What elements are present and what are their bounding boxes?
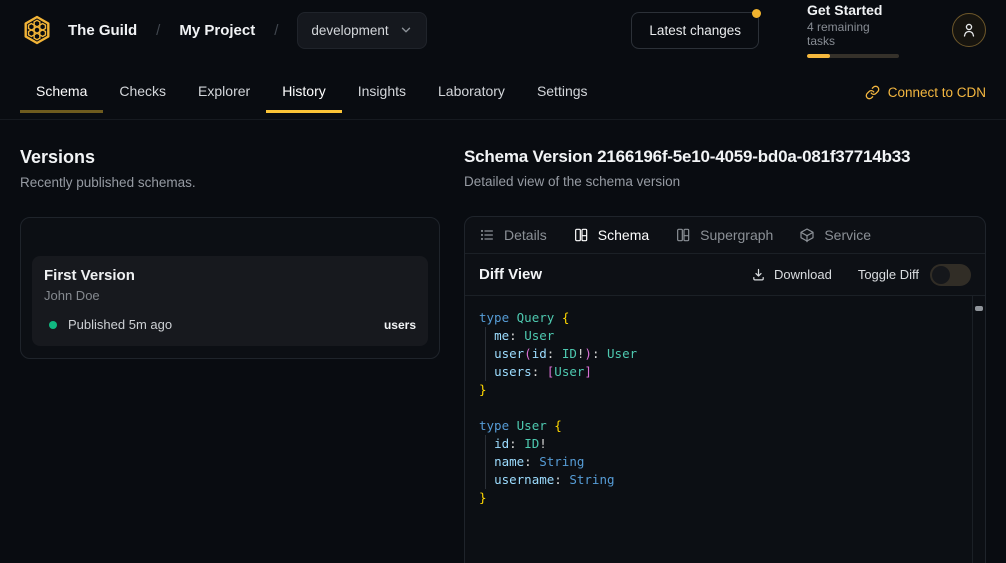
detail-tab-label: Supergraph	[700, 227, 773, 243]
scrollbar-thumb[interactable]	[975, 306, 983, 311]
target-select[interactable]: development	[297, 12, 426, 49]
code-line: type Query {	[479, 309, 959, 327]
code-line: name: String	[479, 453, 959, 471]
get-started-progress-fill	[807, 54, 830, 58]
detail-tab-label: Service	[824, 227, 871, 243]
columns-icon	[675, 227, 691, 243]
toggle-diff-control: Toggle Diff	[858, 264, 971, 286]
breadcrumb-separator: /	[274, 22, 278, 39]
code-line: user(id: ID!): User	[479, 345, 959, 363]
toggle-diff-switch[interactable]	[930, 264, 971, 286]
get-started-subtitle: 4 remaining tasks	[807, 20, 899, 48]
version-detail-panel: Schema Version 2166196f-5e10-4059-bd0a-0…	[464, 147, 986, 563]
published-status-dot	[49, 321, 57, 329]
detail-tab-label: Details	[504, 227, 547, 243]
header: The Guild / My Project / development Lat…	[0, 0, 1006, 60]
versions-list: First Version John Doe Published 5m ago use…	[32, 256, 428, 346]
code-line	[479, 399, 959, 417]
hive-logo-icon[interactable]	[20, 13, 54, 47]
version-detail-title: Schema Version 2166196f-5e10-4059-bd0a-0…	[464, 147, 986, 167]
connect-to-cdn-link[interactable]: Connect to CDN	[865, 72, 986, 113]
main-nav: SchemaChecksExplorerHistoryInsightsLabor…	[0, 60, 1006, 120]
version-status-row: Published 5m ago users	[44, 317, 416, 332]
code-line: username: String	[479, 471, 959, 489]
vertical-scrollbar[interactable]	[972, 296, 985, 563]
detail-tab-schema[interactable]: Schema	[573, 227, 649, 243]
toggle-diff-label: Toggle Diff	[858, 267, 919, 282]
breadcrumb-project[interactable]: My Project	[179, 22, 255, 39]
code-line: me: User	[479, 327, 959, 345]
app-root: The Guild / My Project / development Lat…	[0, 0, 1006, 563]
main-content: Versions Recently published schemas. Fir…	[0, 120, 1006, 563]
versions-subtitle: Recently published schemas.	[20, 175, 440, 190]
download-label: Download	[774, 267, 832, 282]
versions-panel: Versions Recently published schemas. Fir…	[20, 147, 440, 359]
detail-tab-supergraph[interactable]: Supergraph	[675, 227, 773, 243]
code-line: }	[479, 381, 959, 399]
notification-dot	[752, 9, 761, 18]
detail-tab-label: Schema	[598, 227, 649, 243]
breadcrumb: The Guild / My Project / development	[68, 12, 427, 49]
toggle-knob	[932, 266, 950, 284]
header-actions: Latest changes Get Started 4 remaining t…	[631, 2, 986, 58]
diff-view-title: Diff View	[479, 266, 542, 283]
columns-icon	[573, 227, 589, 243]
version-status-label: Published 5m ago	[68, 317, 172, 332]
version-name: First Version	[44, 267, 416, 284]
detail-tab-service[interactable]: Service	[799, 227, 871, 243]
versions-title: Versions	[20, 147, 440, 168]
nav-tab-checks[interactable]: Checks	[103, 72, 182, 113]
chevron-down-icon	[399, 23, 413, 37]
breadcrumb-organization[interactable]: The Guild	[68, 22, 137, 39]
versions-list-card: First Version John Doe Published 5m ago use…	[20, 217, 440, 359]
version-list-item[interactable]: First Version John Doe Published 5m ago use…	[32, 256, 428, 346]
connect-to-cdn-label: Connect to CDN	[888, 85, 986, 100]
nav-tab-laboratory[interactable]: Laboratory	[422, 72, 521, 113]
nav-tab-history[interactable]: History	[266, 72, 342, 113]
schema-code-viewer[interactable]: type Query { me: User user(id: ID!): Use…	[465, 296, 985, 563]
download-button[interactable]: Download	[751, 267, 832, 282]
version-author: John Doe	[44, 288, 416, 303]
detail-tab-details[interactable]: Details	[479, 227, 547, 243]
target-select-value: development	[311, 23, 388, 38]
cube-icon	[799, 227, 815, 243]
user-avatar[interactable]	[952, 13, 986, 47]
nav-tab-schema[interactable]: Schema	[20, 72, 103, 113]
code-line: type User {	[479, 417, 959, 435]
link-icon	[865, 85, 880, 100]
code-line: id: ID!	[479, 435, 959, 453]
nav-tab-settings[interactable]: Settings	[521, 72, 604, 113]
version-detail-card: Details Schema Supergraph Service Diff View…	[464, 216, 986, 563]
get-started-progress-bar	[807, 54, 899, 58]
diff-toolbar: Diff View Download Toggle Diff	[465, 254, 985, 296]
nav-tab-insights[interactable]: Insights	[342, 72, 422, 113]
service-badge: users	[384, 318, 416, 332]
diff-actions: Download Toggle Diff	[751, 264, 971, 286]
get-started-title: Get Started	[807, 2, 899, 18]
nav-tabs: SchemaChecksExplorerHistoryInsightsLabor…	[20, 72, 604, 113]
version-detail-subtitle: Detailed view of the schema version	[464, 174, 986, 189]
nav-tab-explorer[interactable]: Explorer	[182, 72, 266, 113]
list-icon	[479, 227, 495, 243]
detail-tabs: Details Schema Supergraph Service	[465, 217, 985, 254]
latest-changes-button[interactable]: Latest changes	[631, 12, 759, 49]
breadcrumb-separator: /	[156, 22, 160, 39]
code-line: }	[479, 489, 959, 507]
code-line: users: [User]	[479, 363, 959, 381]
graphql-schema-code: type Query { me: User user(id: ID!): Use…	[465, 296, 985, 519]
download-icon	[751, 267, 766, 282]
latest-changes-label: Latest changes	[649, 23, 741, 38]
get-started-widget[interactable]: Get Started 4 remaining tasks	[807, 2, 899, 58]
user-icon	[960, 21, 978, 39]
